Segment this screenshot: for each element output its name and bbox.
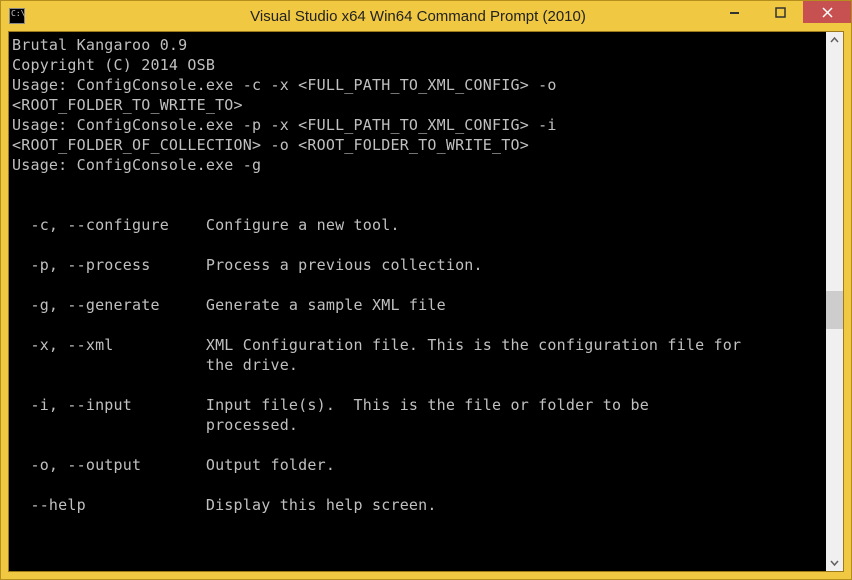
maximize-button[interactable] — [757, 1, 803, 23]
console-output[interactable]: Brutal Kangaroo 0.9 Copyright (C) 2014 O… — [9, 32, 826, 571]
client-area: Brutal Kangaroo 0.9 Copyright (C) 2014 O… — [8, 31, 844, 572]
close-button[interactable] — [803, 1, 851, 23]
scroll-up-button[interactable] — [826, 32, 843, 49]
chevron-up-icon — [830, 36, 839, 45]
app-icon: C:\ — [9, 8, 25, 24]
scroll-thumb[interactable] — [826, 291, 843, 329]
minimize-button[interactable] — [711, 1, 757, 23]
window-frame: C:\ Visual Studio x64 Win64 Command Prom… — [0, 0, 852, 580]
window-buttons — [711, 1, 851, 23]
scroll-track[interactable] — [826, 49, 843, 554]
scroll-down-button[interactable] — [826, 554, 843, 571]
titlebar[interactable]: C:\ Visual Studio x64 Win64 Command Prom… — [1, 1, 851, 31]
vertical-scrollbar[interactable] — [826, 32, 843, 571]
chevron-down-icon — [830, 558, 839, 567]
